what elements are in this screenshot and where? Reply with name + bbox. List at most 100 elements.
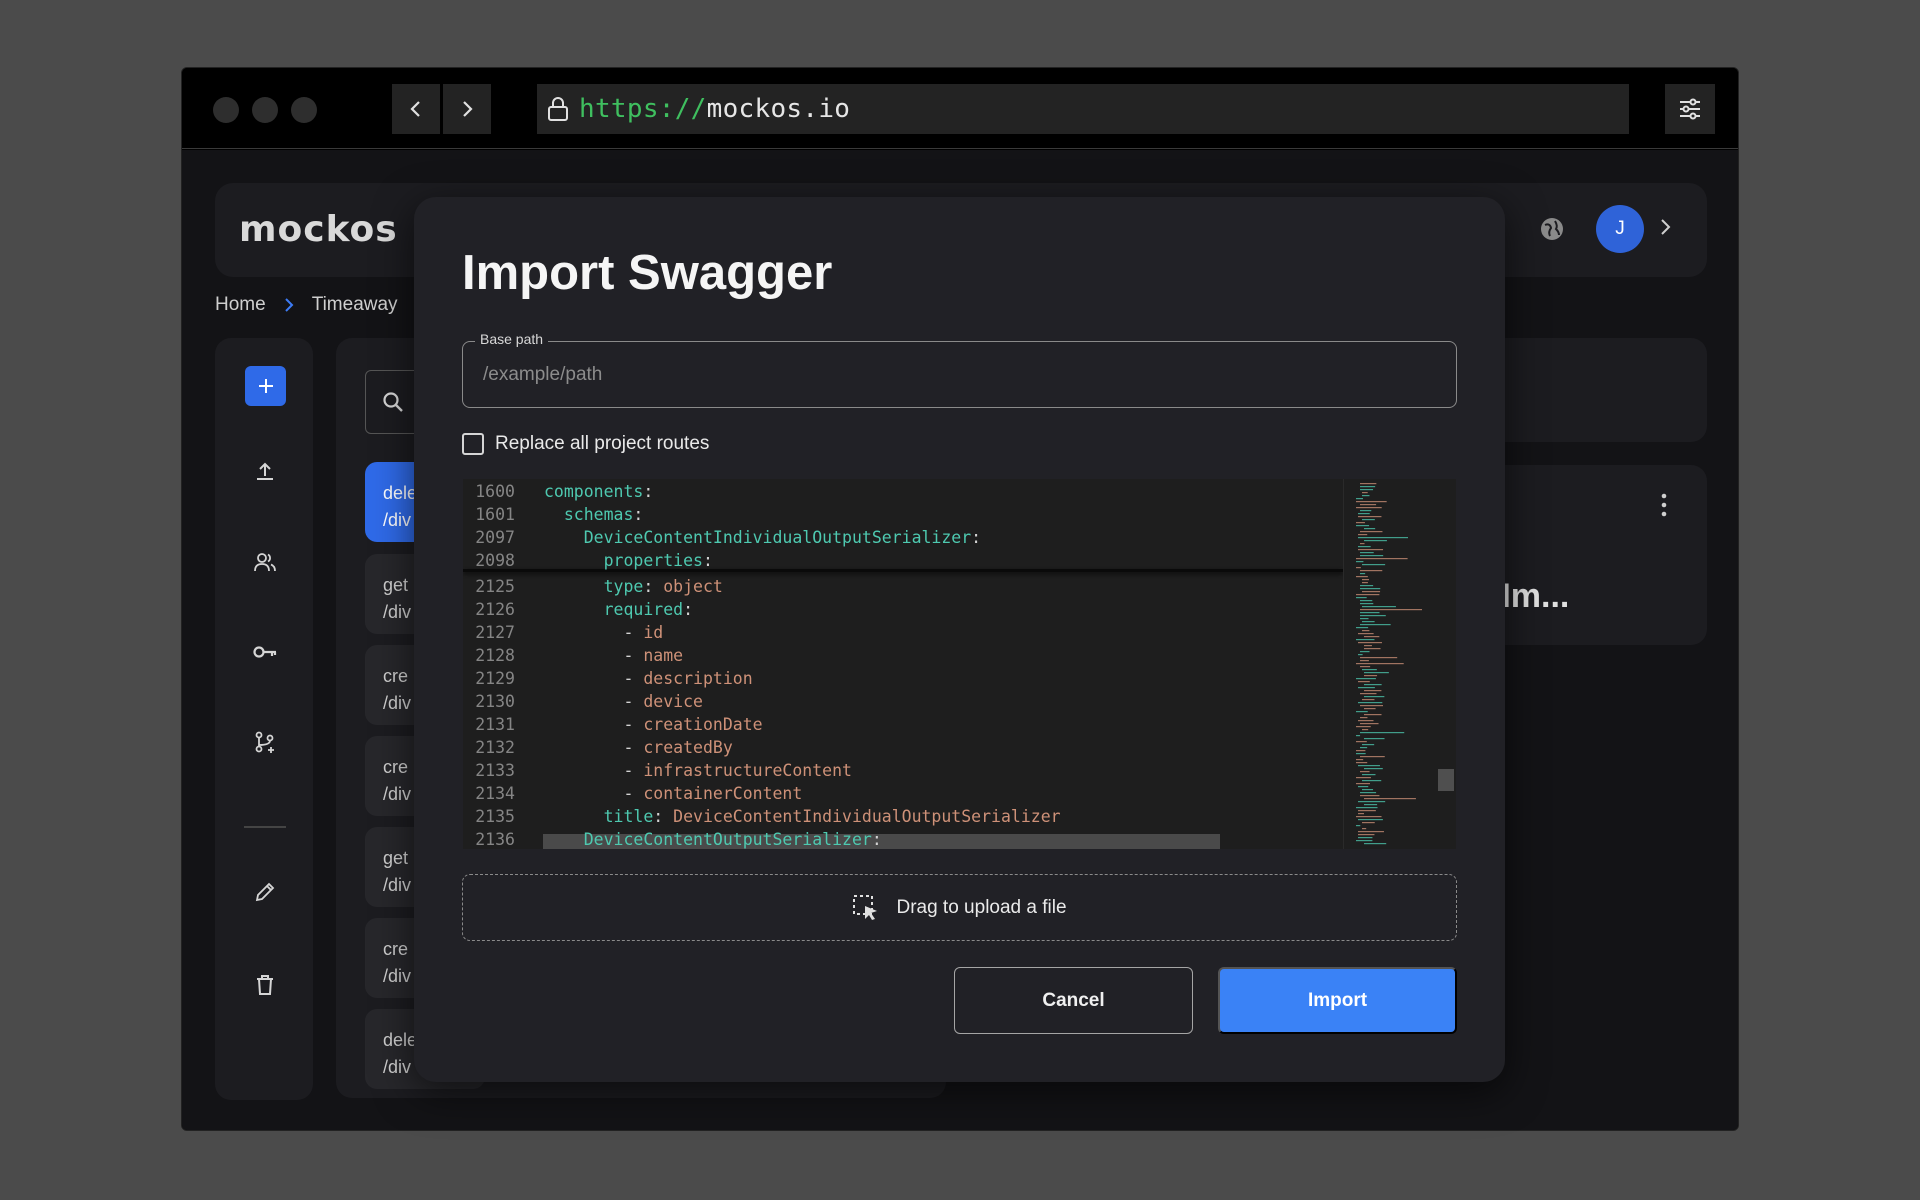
line-number: 2097 xyxy=(475,528,515,547)
users-icon xyxy=(254,553,276,572)
minimap-line xyxy=(1360,651,1370,653)
code-text: schemas: xyxy=(544,503,653,526)
minimap-line xyxy=(1362,822,1375,824)
pencil-icon xyxy=(255,882,275,902)
minimap-preview xyxy=(1356,483,1423,845)
mockos-logo[interactable]: mockos xyxy=(239,209,398,250)
branch-icon xyxy=(255,731,274,753)
api-keys-button[interactable] xyxy=(248,635,282,669)
line-number: 2136 xyxy=(475,830,515,849)
minimap-line xyxy=(1356,777,1371,779)
minimap-line xyxy=(1358,642,1382,644)
yaml-colon: : xyxy=(643,577,664,596)
yaml-colon: : xyxy=(971,528,992,547)
minimap-line xyxy=(1362,492,1368,494)
code-text: - name xyxy=(544,644,683,667)
minimap-line xyxy=(1360,510,1372,512)
minimap-line xyxy=(1358,765,1380,767)
yaml-list-item: createdBy xyxy=(643,738,733,757)
address-bar[interactable]: https://mockos.io xyxy=(537,84,1629,134)
sliders-icon xyxy=(1680,98,1700,120)
browser-settings-button[interactable] xyxy=(1665,84,1715,134)
minimap-line xyxy=(1360,573,1366,575)
code-line: 2131 - creationDate xyxy=(463,713,1343,736)
yaml-dash: - xyxy=(623,784,644,803)
minimap-line xyxy=(1358,549,1384,551)
minimap-line xyxy=(1360,624,1391,626)
yaml-colon: : xyxy=(683,600,703,619)
minimap-line xyxy=(1360,723,1379,725)
yaml-colon: : xyxy=(702,551,723,570)
breadcrumb-project[interactable]: Timeaway xyxy=(312,294,398,316)
delete-button[interactable] xyxy=(248,968,282,1002)
replace-routes-option[interactable]: Replace all project routes xyxy=(462,433,709,455)
minimap-line xyxy=(1360,657,1398,659)
breadcrumb-home[interactable]: Home xyxy=(215,294,266,316)
globe-icon[interactable] xyxy=(1538,215,1566,243)
minimap-line xyxy=(1358,681,1370,683)
code-text: title: DeviceContentIndividualOutputSeri… xyxy=(544,805,1061,828)
minimap-line xyxy=(1356,840,1373,842)
window-minimize-dot[interactable] xyxy=(252,97,278,123)
minimap-line xyxy=(1356,639,1375,641)
more-vertical-icon[interactable] xyxy=(1661,493,1667,517)
minimap-line xyxy=(1358,720,1374,722)
minimap-line xyxy=(1356,567,1361,569)
minimap-line xyxy=(1360,747,1368,749)
chevron-right-icon[interactable] xyxy=(1658,216,1674,238)
minimap-line xyxy=(1356,525,1370,527)
code-line: 2130 - device xyxy=(463,690,1343,713)
forward-button[interactable] xyxy=(443,84,491,134)
minimap-line xyxy=(1356,507,1382,509)
replace-routes-label: Replace all project routes xyxy=(495,433,710,454)
minimap-line xyxy=(1356,558,1408,560)
code-line: 2129 - description xyxy=(463,667,1343,690)
minimap-line xyxy=(1358,546,1371,548)
minimap-line xyxy=(1364,804,1378,806)
minimap-line xyxy=(1356,726,1371,728)
team-button[interactable] xyxy=(248,545,282,579)
cancel-button[interactable]: Cancel xyxy=(954,967,1193,1034)
base-path-label: Base path xyxy=(475,331,549,347)
url-protocol: https:// xyxy=(579,94,707,124)
code-text: - id xyxy=(544,621,663,644)
line-number: 2133 xyxy=(475,761,515,780)
yaml-dash: - xyxy=(623,692,644,711)
import-button[interactable]: Import xyxy=(1218,967,1457,1034)
branches-button[interactable] xyxy=(248,725,282,759)
code-text: properties: xyxy=(544,549,723,572)
avatar[interactable]: J xyxy=(1596,205,1644,253)
minimap-line xyxy=(1356,711,1368,713)
yaml-dash: - xyxy=(623,715,644,734)
minimap-line xyxy=(1362,789,1374,791)
minimap-line xyxy=(1360,585,1374,587)
back-button[interactable] xyxy=(392,84,440,134)
base-path-field: Base path xyxy=(462,331,1457,408)
minimap-line xyxy=(1364,768,1383,770)
line-number: 2125 xyxy=(475,577,515,596)
minimap-line xyxy=(1358,537,1408,539)
replace-routes-checkbox[interactable] xyxy=(462,433,484,455)
yaml-key: type xyxy=(603,577,644,596)
window-maximize-dot[interactable] xyxy=(291,97,317,123)
file-drop-zone[interactable]: Drag to upload a file xyxy=(462,874,1457,941)
base-path-input[interactable] xyxy=(463,342,1456,407)
yaml-dash: - xyxy=(623,738,644,757)
add-route-button[interactable] xyxy=(245,366,286,406)
minimap-line xyxy=(1364,843,1387,845)
minimap-line xyxy=(1360,660,1369,662)
minimap-line xyxy=(1364,690,1382,692)
yaml-key: DeviceContentIndividualOutputSerializer xyxy=(583,528,972,547)
minimap-line xyxy=(1362,495,1370,497)
swagger-code-editor[interactable]: 1600 components: 1601 schemas: 2097 Devic… xyxy=(463,479,1456,849)
url-text: https://mockos.io xyxy=(579,94,850,124)
upload-button[interactable] xyxy=(248,455,282,489)
window-close-dot[interactable] xyxy=(213,97,239,123)
line-number: 2129 xyxy=(475,669,515,688)
minimap-scroll-thumb[interactable] xyxy=(1438,769,1454,791)
line-number: 2130 xyxy=(475,692,515,711)
edit-button[interactable] xyxy=(248,875,282,909)
editor-minimap[interactable] xyxy=(1343,479,1456,849)
minimap-line xyxy=(1360,666,1371,668)
code-line: 2136 DeviceContentOutputSerializer: xyxy=(463,828,1343,849)
